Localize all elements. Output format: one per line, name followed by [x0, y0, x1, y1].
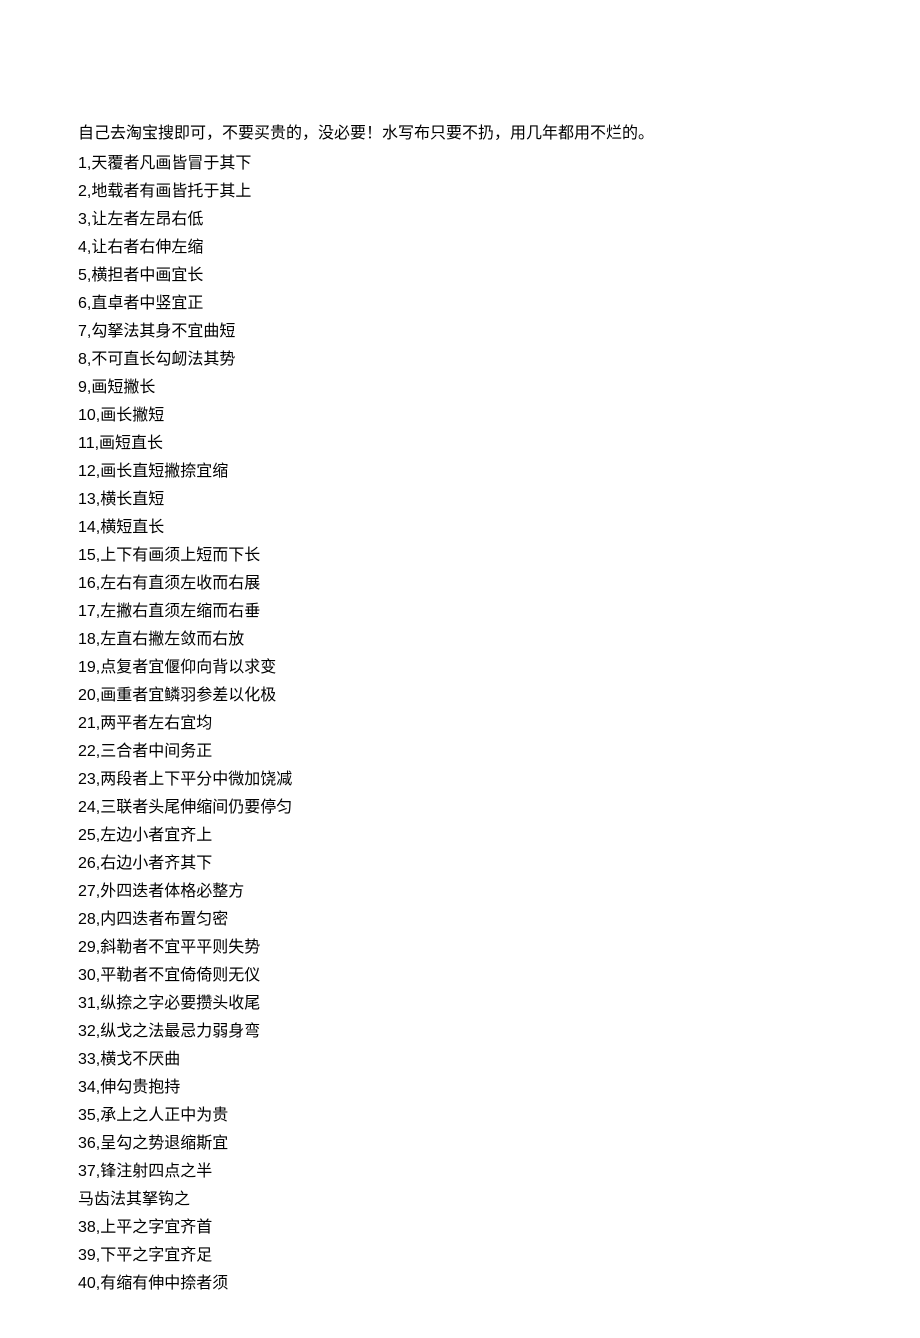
list-item: 19,点复者宜偃仰向背以求变 [78, 654, 842, 682]
list-item: 31,纵捺之字必要攒头收尾 [78, 990, 842, 1018]
list-item: 23,两段者上下平分中微加饶减 [78, 766, 842, 794]
list-container: 1,天覆者凡画皆冒于其下2,地载者有画皆托于其上3,让左者左昂右低4,让右者右伸… [78, 150, 842, 1298]
list-item: 7,勾拏法其身不宜曲短 [78, 318, 842, 346]
list-item: 15,上下有画须上短而下长 [78, 542, 842, 570]
list-item: 3,让左者左昂右低 [78, 206, 842, 234]
list-item: 2,地载者有画皆托于其上 [78, 178, 842, 206]
list-item: 16,左右有直须左收而右展 [78, 570, 842, 598]
list-item: 13,横长直短 [78, 486, 842, 514]
list-item: 24,三联者头尾伸缩间仍要停匀 [78, 794, 842, 822]
list-item: 12,画长直短撇捺宜缩 [78, 458, 842, 486]
list-item: 20,画重者宜鳞羽参差以化极 [78, 682, 842, 710]
list-item: 35,承上之人正中为贵 [78, 1102, 842, 1130]
list-item: 38,上平之字宜齐首 [78, 1214, 842, 1242]
list-item: 8,不可直长勾衂法其势 [78, 346, 842, 374]
list-item: 1,天覆者凡画皆冒于其下 [78, 150, 842, 178]
list-item: 34,伸勾贵抱持 [78, 1074, 842, 1102]
list-item: 29,斜勒者不宜平平则失势 [78, 934, 842, 962]
list-item: 26,右边小者齐其下 [78, 850, 842, 878]
list-item: 9,画短撇长 [78, 374, 842, 402]
list-item: 21,两平者左右宜均 [78, 710, 842, 738]
list-item: 39,下平之字宜齐足 [78, 1242, 842, 1270]
list-item: 18,左直右撇左敛而右放 [78, 626, 842, 654]
list-item: 22,三合者中间务正 [78, 738, 842, 766]
list-item: 25,左边小者宜齐上 [78, 822, 842, 850]
list-item: 27,外四迭者体格必整方 [78, 878, 842, 906]
list-item: 32,纵戈之法最忌力弱身弯 [78, 1018, 842, 1046]
list-item: 36,呈勾之势退缩斯宜 [78, 1130, 842, 1158]
intro-text: 自己去淘宝搜即可，不要买贵的，没必要！水写布只要不扔，用几年都用不烂的。 [78, 120, 842, 148]
list-item: 5,横担者中画宜长 [78, 262, 842, 290]
list-item: 6,直卓者中竖宜正 [78, 290, 842, 318]
list-item: 37,锋注射四点之半 [78, 1158, 842, 1186]
list-item: 40,有缩有伸中捺者须 [78, 1270, 842, 1298]
list-item: 10,画长撇短 [78, 402, 842, 430]
list-item: 马齿法其拏钩之 [78, 1186, 842, 1214]
list-item: 14,横短直长 [78, 514, 842, 542]
list-item: 11,画短直长 [78, 430, 842, 458]
list-item: 4,让右者右伸左缩 [78, 234, 842, 262]
list-item: 33,横戈不厌曲 [78, 1046, 842, 1074]
list-item: 28,内四迭者布置匀密 [78, 906, 842, 934]
list-item: 17,左撇右直须左缩而右垂 [78, 598, 842, 626]
list-item: 30,平勒者不宜倚倚则无仪 [78, 962, 842, 990]
